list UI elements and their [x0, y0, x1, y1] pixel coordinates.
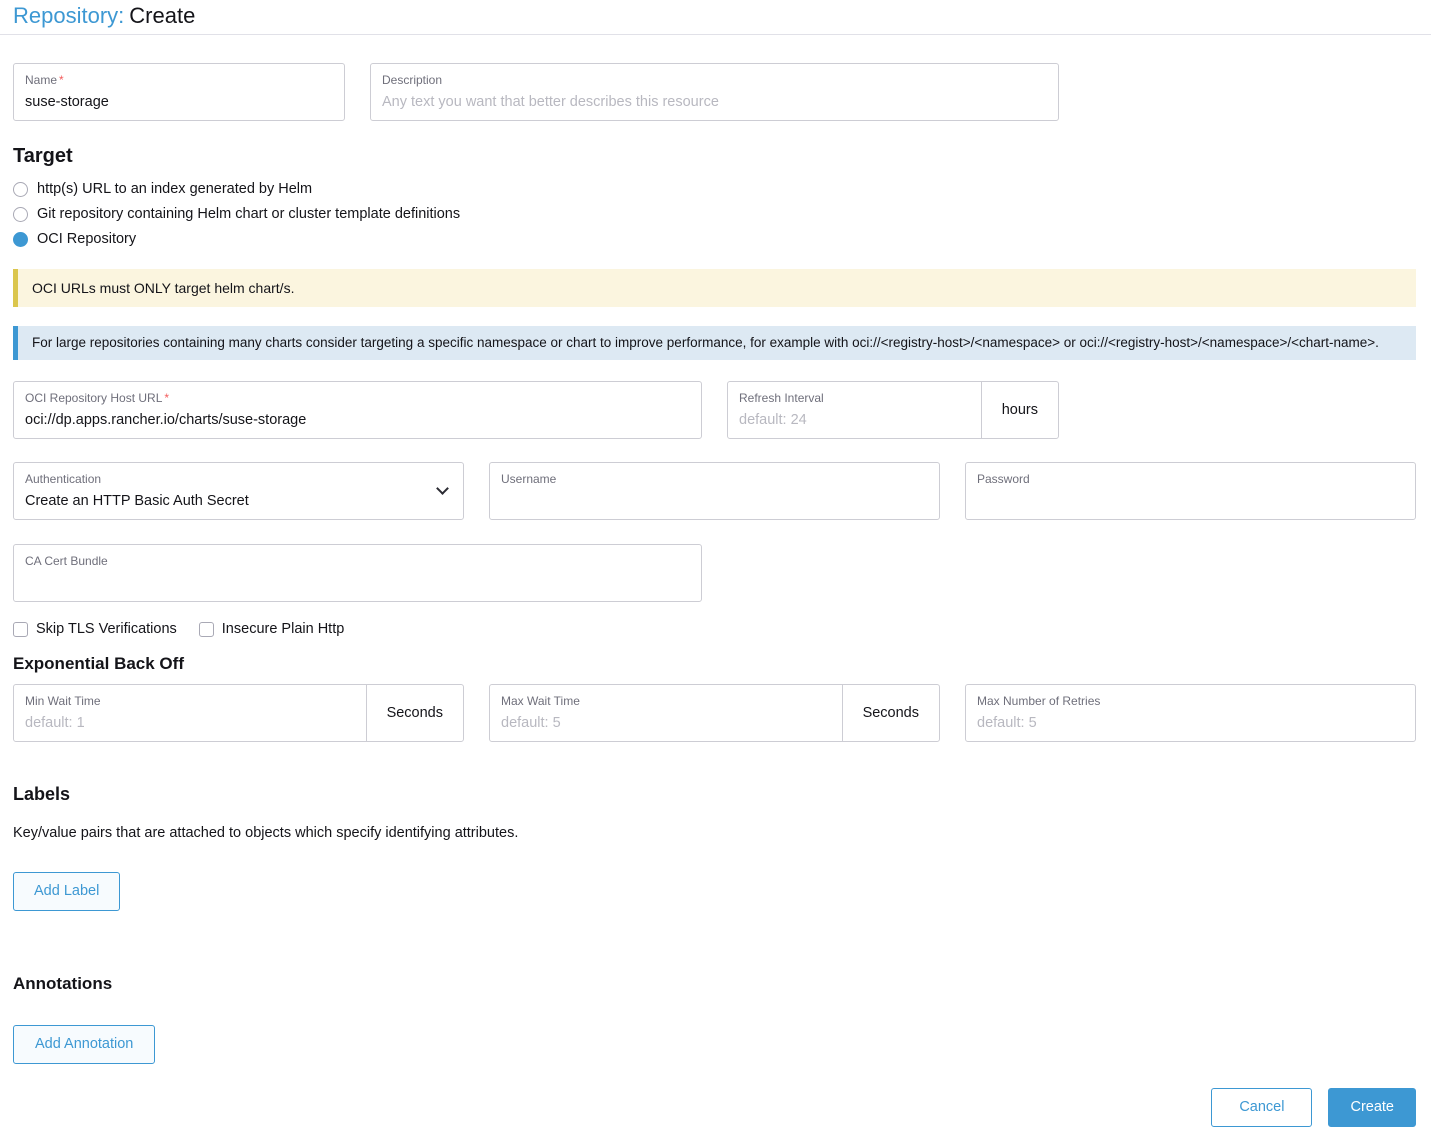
max-retries-input[interactable]	[977, 714, 1404, 732]
password-field: Password	[965, 462, 1416, 520]
max-wait-time-unit: Seconds	[842, 685, 939, 741]
oci-host-url-input[interactable]	[25, 411, 690, 429]
auth-row: Authentication Create an HTTP Basic Auth…	[13, 462, 1416, 520]
authentication-label: Authentication	[25, 472, 452, 486]
backoff-heading: Exponential Back Off	[13, 654, 1416, 674]
repository-create-page: Repository:Create Name* Description Targ…	[0, 0, 1431, 1133]
required-marker: *	[164, 391, 169, 405]
max-retries-label: Max Number of Retries	[977, 694, 1404, 708]
refresh-interval-input[interactable]	[739, 411, 970, 429]
radio-option-git-repository[interactable]: Git repository containing Helm chart or …	[13, 206, 1416, 222]
oci-row: OCI Repository Host URL* Refresh Interva…	[13, 381, 1416, 439]
oci-host-url-field: OCI Repository Host URL*	[13, 381, 702, 439]
footer-actions: Cancel Create	[0, 1088, 1431, 1133]
name-label: Name*	[25, 73, 333, 87]
required-marker: *	[59, 73, 64, 87]
checkbox-icon[interactable]	[199, 622, 214, 637]
min-wait-time-unit: Seconds	[366, 685, 463, 741]
insecure-http-label[interactable]: Insecure Plain Http	[222, 621, 345, 637]
radio-label[interactable]: http(s) URL to an index generated by Hel…	[37, 181, 312, 197]
create-button[interactable]: Create	[1328, 1088, 1416, 1127]
cancel-button[interactable]: Cancel	[1211, 1088, 1312, 1127]
annotations-heading: Annotations	[13, 974, 1416, 994]
radio-icon[interactable]	[13, 207, 28, 222]
insecure-http-checkbox[interactable]: Insecure Plain Http	[199, 621, 345, 637]
min-wait-time-input[interactable]	[25, 714, 355, 732]
radio-option-oci-repository[interactable]: OCI Repository	[13, 231, 1416, 247]
radio-option-http-url[interactable]: http(s) URL to an index generated by Hel…	[13, 181, 1416, 197]
refresh-interval-field: Refresh Interval hours	[727, 381, 1059, 439]
radio-label[interactable]: Git repository containing Helm chart or …	[37, 206, 460, 222]
oci-host-url-label: OCI Repository Host URL*	[25, 391, 690, 405]
refresh-interval-unit: hours	[981, 382, 1058, 438]
page-header: Repository:Create	[0, 0, 1431, 35]
breadcrumb-repository-link[interactable]: Repository:	[13, 3, 124, 28]
name-field: Name*	[13, 63, 345, 121]
basics-row: Name* Description	[13, 63, 1416, 121]
target-radio-group: http(s) URL to an index generated by Hel…	[13, 181, 1416, 247]
page-title: Repository:Create	[13, 3, 1416, 29]
description-label: Description	[382, 73, 1047, 87]
form-content: Name* Description Target http(s) URL to …	[0, 63, 1431, 1064]
add-label-button[interactable]: Add Label	[13, 872, 120, 911]
skip-tls-checkbox[interactable]: Skip TLS Verifications	[13, 621, 177, 637]
skip-tls-label[interactable]: Skip TLS Verifications	[36, 621, 177, 637]
min-wait-time-label: Min Wait Time	[25, 694, 355, 708]
ca-cert-bundle-label: CA Cert Bundle	[25, 554, 690, 568]
labels-heading: Labels	[13, 784, 1416, 805]
password-input[interactable]	[977, 492, 1404, 510]
radio-icon[interactable]	[13, 182, 28, 197]
page-title-action: Create	[129, 3, 195, 28]
labels-description: Key/value pairs that are attached to obj…	[13, 825, 1416, 842]
description-field: Description	[370, 63, 1059, 121]
info-banner: For large repositories containing many c…	[13, 326, 1416, 360]
backoff-row: Min Wait Time Seconds Max Wait Time Seco…	[13, 684, 1416, 742]
cacert-row: CA Cert Bundle	[13, 544, 1416, 602]
username-label: Username	[501, 472, 928, 486]
max-wait-time-field: Max Wait Time Seconds	[489, 684, 940, 742]
checkbox-icon[interactable]	[13, 622, 28, 637]
authentication-selected-value: Create an HTTP Basic Auth Secret	[25, 492, 452, 510]
add-annotation-button[interactable]: Add Annotation	[13, 1025, 155, 1064]
max-retries-field: Max Number of Retries	[965, 684, 1416, 742]
min-wait-time-field: Min Wait Time Seconds	[13, 684, 464, 742]
username-field: Username	[489, 462, 940, 520]
max-wait-time-label: Max Wait Time	[501, 694, 831, 708]
username-input[interactable]	[501, 492, 928, 510]
radio-label[interactable]: OCI Repository	[37, 231, 136, 247]
target-heading: Target	[13, 145, 1416, 168]
warning-banner: OCI URLs must ONLY target helm chart/s.	[13, 269, 1416, 307]
ca-cert-bundle-input[interactable]	[25, 574, 690, 592]
tls-options-row: Skip TLS Verifications Insecure Plain Ht…	[13, 621, 1416, 637]
password-label: Password	[977, 472, 1404, 486]
authentication-select[interactable]: Authentication Create an HTTP Basic Auth…	[13, 462, 464, 520]
name-input[interactable]	[25, 93, 333, 111]
radio-selected-icon[interactable]	[13, 232, 28, 247]
ca-cert-bundle-field: CA Cert Bundle	[13, 544, 702, 602]
description-input[interactable]	[382, 93, 1047, 111]
refresh-interval-label: Refresh Interval	[739, 391, 970, 405]
max-wait-time-input[interactable]	[501, 714, 831, 732]
